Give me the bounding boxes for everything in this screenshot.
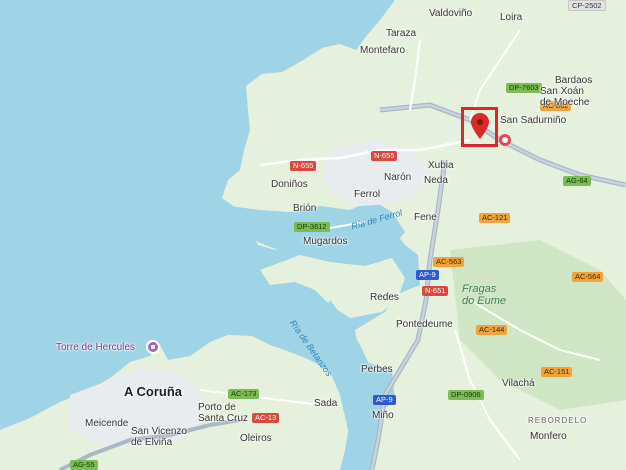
road-shield-ac144: AC-144 bbox=[476, 325, 508, 335]
place-fene[interactable]: Fene bbox=[414, 212, 437, 223]
road-shield-ap9-south: AP-9 bbox=[373, 395, 396, 405]
road-shield-ac173: AC-173 bbox=[228, 389, 260, 399]
road-shield-ac564: AC-564 bbox=[572, 272, 604, 282]
place-pontedeume[interactable]: Pontedeume bbox=[396, 319, 453, 330]
place-oleiros[interactable]: Oleiros bbox=[240, 433, 272, 444]
place-monfero[interactable]: Monfero bbox=[530, 431, 567, 442]
place-xubia[interactable]: Xubia bbox=[428, 160, 454, 171]
place-san-vicenzo-de-elvina[interactable]: San Vicenzo de Elviña bbox=[131, 426, 187, 448]
place-mugardos[interactable]: Mugardos bbox=[303, 236, 347, 247]
road-shield-dp3612: DP-3612 bbox=[294, 222, 330, 232]
map-viewport[interactable]: CP-2502 DP-7603 AC-862 AG-64 N-655 N-655… bbox=[0, 0, 626, 470]
road-shield-dp0906: DP-0906 bbox=[448, 390, 484, 400]
road-shield-ac13: AC-13 bbox=[252, 413, 280, 423]
location-dot-icon[interactable] bbox=[499, 134, 511, 146]
place-loira[interactable]: Loira bbox=[500, 12, 522, 23]
landmark-icon[interactable] bbox=[146, 340, 160, 354]
road-shield-n655-east: N-655 bbox=[371, 151, 398, 161]
road-shield-ac563: AC-563 bbox=[433, 257, 465, 267]
place-ferrol[interactable]: Ferrol bbox=[354, 189, 380, 200]
place-san-sadurnino[interactable]: San Sadurniño bbox=[500, 115, 566, 126]
place-neda[interactable]: Neda bbox=[424, 175, 448, 186]
place-vilacha[interactable]: Vilachá bbox=[502, 378, 535, 389]
park-label-fragas-do-eume[interactable]: Fragas do Eume bbox=[462, 283, 506, 307]
place-montefaro[interactable]: Montefaro bbox=[360, 45, 405, 56]
place-mino[interactable]: Miño bbox=[372, 410, 394, 421]
map-base-layer bbox=[0, 0, 626, 470]
road-shield-ag64: AG-64 bbox=[563, 176, 591, 186]
road-shield-dp7603: DP-7603 bbox=[506, 83, 542, 93]
place-meicende[interactable]: Meicende bbox=[85, 418, 128, 429]
place-brion[interactable]: Brión bbox=[293, 203, 316, 214]
road-shield-cp2502: CP-2502 bbox=[568, 0, 606, 11]
road-shield-n655-west: N-655 bbox=[290, 161, 317, 171]
place-porto-de-santa-cruz[interactable]: Porto de Santa Cruz bbox=[198, 402, 248, 424]
road-shield-n651: N-651 bbox=[422, 286, 449, 296]
place-redes[interactable]: Redes bbox=[370, 292, 399, 303]
place-valdovino[interactable]: Valdoviño bbox=[429, 8, 472, 19]
road-shield-ap9-north: AP-9 bbox=[416, 270, 439, 280]
place-taraza[interactable]: Taraza bbox=[386, 28, 416, 39]
place-sada[interactable]: Sada bbox=[314, 398, 337, 409]
road-shield-ac151: AC-151 bbox=[541, 367, 573, 377]
map-pin-icon[interactable] bbox=[471, 113, 489, 139]
place-naron[interactable]: Narón bbox=[384, 172, 411, 183]
road-shield-ag55: AG-55 bbox=[70, 460, 98, 470]
area-rebordelo: REBORDELO bbox=[528, 416, 588, 425]
place-perbes[interactable]: Perbes bbox=[361, 364, 393, 375]
place-donino[interactable]: Doniños bbox=[271, 179, 308, 190]
place-a-coruna[interactable]: A Coruña bbox=[124, 384, 182, 399]
place-bardaos[interactable]: Bardaos bbox=[555, 75, 592, 86]
place-san-xoan-de-moeche[interactable]: San Xoán de Moeche bbox=[540, 86, 589, 108]
poi-label-torre-de-hercules[interactable]: Torre de Hercules bbox=[56, 342, 135, 353]
road-shield-ac121: AC-121 bbox=[479, 213, 511, 223]
